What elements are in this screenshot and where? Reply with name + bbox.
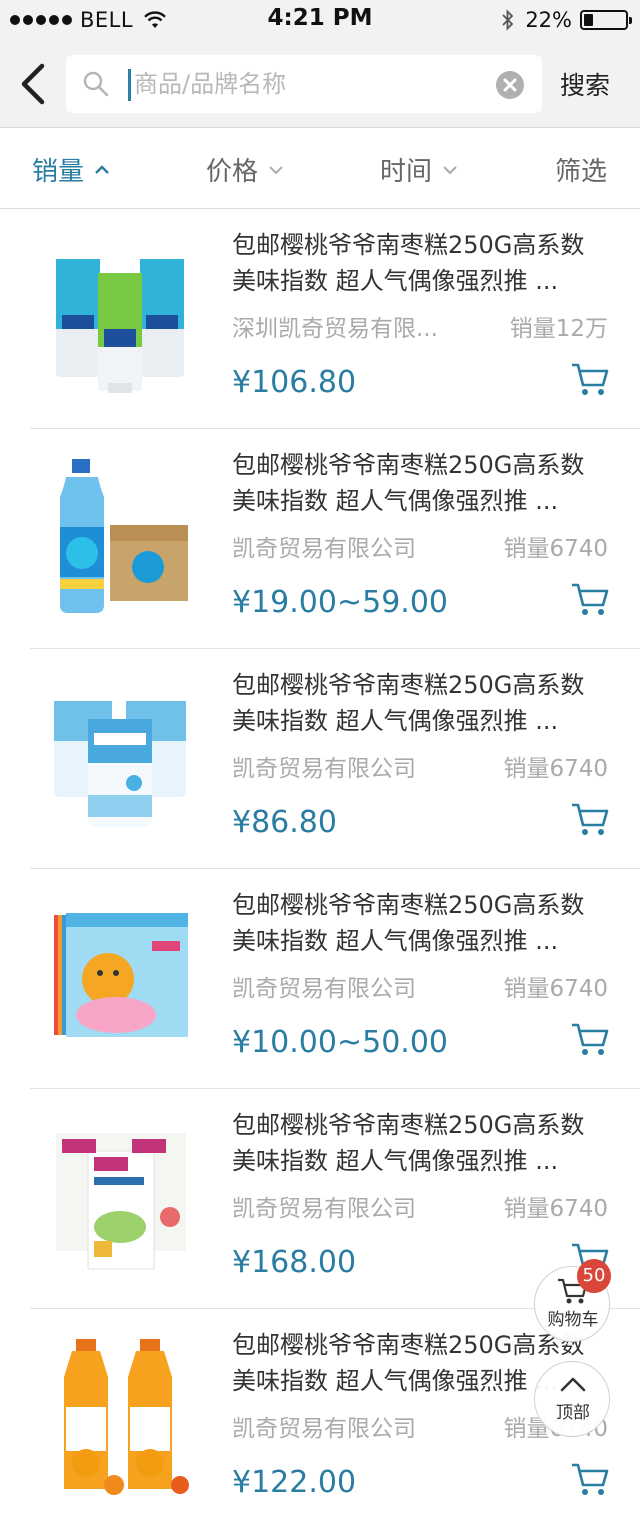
search-input[interactable] <box>134 63 474 105</box>
product-price: ¥19.00~59.00 <box>232 585 448 620</box>
product-price: ¥168.00 <box>232 1245 357 1280</box>
back-to-top-button[interactable]: 顶部 <box>534 1361 610 1437</box>
cart-count-badge: 50 <box>577 1259 611 1293</box>
sort-bar: 销量 价格 时间 筛选 <box>0 129 640 209</box>
product-price: ¥10.00~50.00 <box>232 1025 448 1060</box>
back-arrow-icon[interactable] <box>14 62 54 106</box>
filter-tab[interactable]: 筛选 <box>555 151 607 188</box>
product-title: 包邮樱桃爷爷南枣糕250G高系数 美味指数 超人气偶像强烈推 ... <box>232 891 585 955</box>
sales-count: 销量6740 <box>503 1196 608 1222</box>
add-to-cart-icon[interactable] <box>570 1021 610 1057</box>
formula-box-icon <box>56 1133 186 1270</box>
milk-powder-icon <box>54 701 186 827</box>
product-price: ¥122.00 <box>232 1465 357 1500</box>
sort-time-tab[interactable]: 时间 <box>380 151 458 188</box>
sales-count: 销量6740 <box>503 536 608 562</box>
status-bar: BELL 4:21 PM 22% <box>0 0 640 40</box>
battery-icon <box>580 10 632 30</box>
sales-count: 销量6740 <box>503 756 608 782</box>
product-item[interactable]: 包邮樱桃爷爷南枣糕250G高系数 美味指数 超人气偶像强烈推 ... 凯奇贸易有… <box>0 429 640 649</box>
sort-time-label: 时间 <box>380 157 433 187</box>
product-price: ¥86.80 <box>232 805 337 840</box>
add-to-cart-icon[interactable] <box>570 581 610 617</box>
product-title: 包邮樱桃爷爷南枣糕250G高系数 美味指数 超人气偶像强烈推 ... <box>232 1111 585 1175</box>
chevron-down-icon <box>269 165 283 174</box>
nav-bar: 搜索 <box>0 40 640 128</box>
sort-sales-label: 销量 <box>32 157 85 187</box>
product-title: 包邮樱桃爷爷南枣糕250G高系数 美味指数 超人气偶像强烈推 ... <box>232 671 585 735</box>
add-to-cart-icon[interactable] <box>570 361 610 397</box>
chevron-up-icon <box>95 164 109 174</box>
text-cursor <box>128 69 131 101</box>
cart-label: 购物车 <box>547 1310 599 1330</box>
chevron-down-icon <box>443 165 457 174</box>
juice-bottle-icon <box>64 1339 189 1495</box>
product-title: 包邮樱桃爷爷南枣糕250G高系数 美味指数 超人气偶像强烈推 ... <box>232 451 585 515</box>
seller-name: 凯奇贸易有限公司 <box>232 976 416 1002</box>
product-item[interactable]: 包邮樱桃爷爷南枣糕250G高系数 美味指数 超人气偶像强烈推 ... 凯奇贸易有… <box>0 649 640 869</box>
seller-name: 凯奇贸易有限公司 <box>232 756 416 782</box>
add-to-cart-icon[interactable] <box>570 1461 610 1497</box>
sales-count: 销量6740 <box>503 976 608 1002</box>
product-item[interactable]: 包邮樱桃爷爷南枣糕250G高系数 美味指数 超人气偶像强烈推 ... 凯奇贸易有… <box>0 1089 640 1309</box>
sales-count: 销量12万 <box>509 316 608 342</box>
seller-name: 凯奇贸易有限公司 <box>232 536 416 562</box>
search-button[interactable]: 搜索 <box>560 66 610 102</box>
filter-label: 筛选 <box>555 157 608 187</box>
sort-price-tab[interactable]: 价格 <box>206 151 284 188</box>
product-title: 包邮樱桃爷爷南枣糕250G高系数 美味指数 超人气偶像强烈推 ... <box>232 231 585 295</box>
product-item[interactable]: 包邮樱桃爷爷南枣糕250G高系数 美味指数 超人气偶像强烈推 ... 深圳凯奇贸… <box>0 209 640 429</box>
toothpaste-icon <box>56 259 184 393</box>
chevron-up-icon <box>560 1377 586 1392</box>
search-box[interactable] <box>66 55 542 113</box>
bluetooth-icon <box>502 9 514 31</box>
search-icon <box>83 71 109 97</box>
sort-price-label: 价格 <box>206 157 259 187</box>
back-to-top-label: 顶部 <box>556 1403 590 1423</box>
seller-name: 深圳凯奇贸易有限... <box>232 316 438 342</box>
battery-percent: 22% <box>525 8 572 32</box>
clear-search-icon[interactable] <box>496 71 524 99</box>
water-bottle-icon <box>60 459 188 613</box>
book-icon <box>54 913 188 1037</box>
sort-sales-tab[interactable]: 销量 <box>32 151 110 188</box>
seller-name: 凯奇贸易有限公司 <box>232 1196 416 1222</box>
add-to-cart-icon[interactable] <box>570 801 610 837</box>
product-price: ¥106.80 <box>232 365 357 400</box>
seller-name: 凯奇贸易有限公司 <box>232 1416 416 1442</box>
product-item[interactable]: 包邮樱桃爷爷南枣糕250G高系数 美味指数 超人气偶像强烈推 ... 凯奇贸易有… <box>0 869 640 1089</box>
